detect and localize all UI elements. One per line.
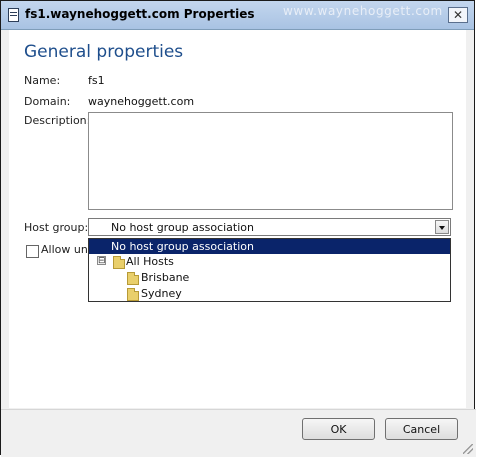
folder-icon [127,272,139,285]
cancel-button[interactable]: Cancel [385,418,458,440]
page-title: General properties [24,42,184,62]
collapse-icon[interactable]: ⊟ [97,256,106,266]
domain-value: waynehoggett.com [88,95,195,108]
domain-label: Domain: [24,95,71,108]
description-field[interactable] [88,112,453,210]
close-button[interactable]: ✕ [448,7,468,23]
ok-button[interactable]: OK [302,418,375,440]
dropdown-item-label: No host group association [111,240,254,253]
dropdown-item-brisbane[interactable]: Brisbane [141,271,189,284]
host-group-dropdown-list: No host group association ⊟ All Hosts Br… [88,238,451,302]
folder-icon [127,288,139,301]
description-label: Description: [24,114,91,127]
dropdown-item-sydney[interactable]: Sydney [141,287,182,300]
close-icon: ✕ [452,8,464,22]
title-bar[interactable]: fs1.waynehoggett.com Properties www.wayn… [1,1,474,30]
name-label: Name: [24,74,61,87]
name-value: fs1 [88,74,105,87]
properties-dialog: fs1.waynehoggett.com Properties www.wayn… [0,0,476,457]
watermark: www.waynehoggett.com [283,4,443,18]
dropdown-item-all-hosts[interactable]: All Hosts [126,255,174,268]
resize-grip-icon[interactable] [463,444,473,454]
host-group-label: Host group: [24,221,89,234]
host-group-value: No host group association [111,221,254,234]
host-group-select[interactable]: No host group association [88,218,451,236]
folder-icon [113,256,125,269]
server-properties-icon [8,8,19,22]
window-title: fs1.waynehoggett.com Properties [25,7,255,21]
dropdown-item-no-host-group[interactable]: No host group association [89,239,450,254]
allow-checkbox-label: Allow une [41,243,95,256]
button-bar: OK Cancel [1,409,476,457]
content-area: General properties Name: fs1 Domain: way… [9,30,466,408]
chevron-down-icon[interactable] [435,220,449,234]
allow-checkbox[interactable] [26,245,39,258]
